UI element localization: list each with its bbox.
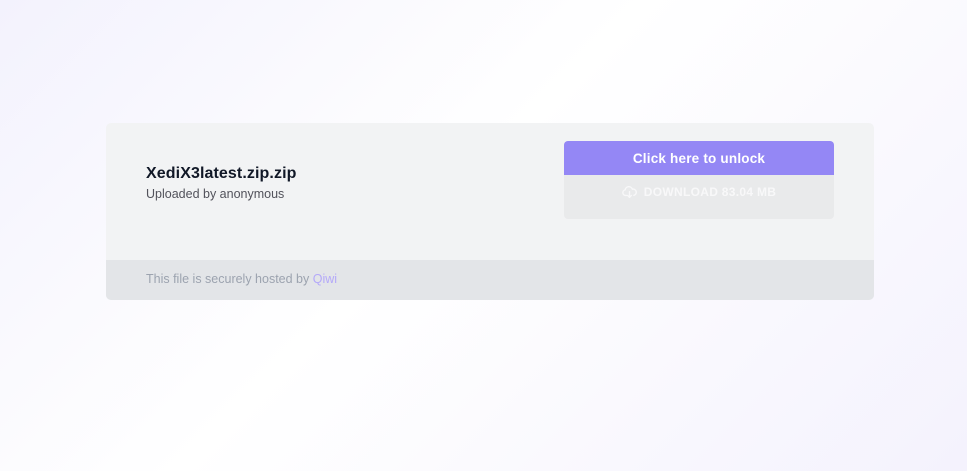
cloud-download-icon — [621, 186, 637, 198]
uploader-text: Uploaded by anonymous — [146, 187, 285, 201]
download-button[interactable]: DOWNLOAD 83.04 MB — [564, 183, 834, 201]
unlock-button[interactable]: Click here to unlock — [564, 141, 834, 175]
hosting-text: This file is securely hosted by — [146, 272, 313, 286]
file-name: XediX3latest.zip.zip — [146, 165, 297, 182]
hosting-note: This file is securely hosted by Qiwi — [146, 272, 337, 286]
file-card-body: XediX3latest.zip.zip Uploaded by anonymo… — [106, 123, 874, 260]
qiwi-link[interactable]: Qiwi — [313, 272, 337, 286]
download-label: DOWNLOAD 83.04 MB — [643, 185, 777, 199]
download-panel: Click here to unlock DOWNLOAD 83.04 MB — [564, 141, 834, 219]
file-card: XediX3latest.zip.zip Uploaded by anonymo… — [106, 123, 874, 300]
card-footer: This file is securely hosted by Qiwi — [106, 260, 874, 300]
